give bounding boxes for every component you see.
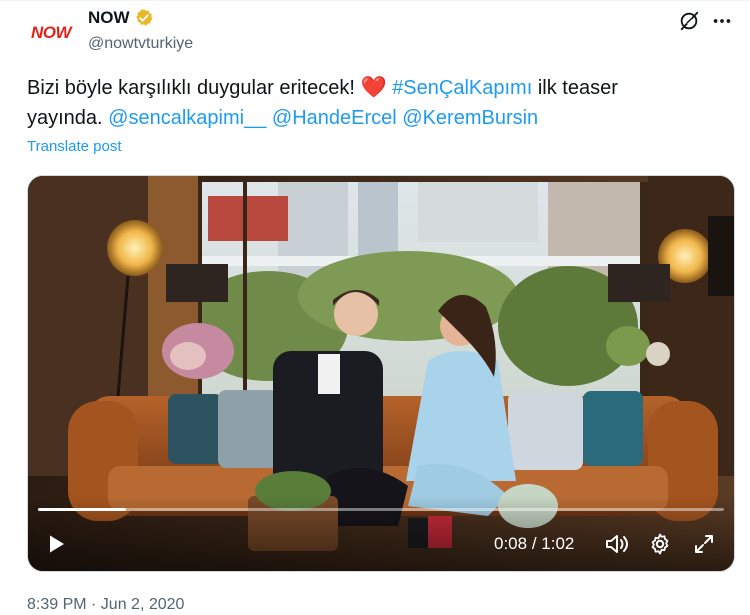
mention-link[interactable]: @sencalkapimi__ bbox=[108, 107, 266, 129]
duration: 1:02 bbox=[541, 534, 575, 553]
author-handle[interactable]: @nowtvturkiye bbox=[88, 35, 193, 53]
progress-fill bbox=[38, 508, 127, 511]
gold-verified-badge-icon[interactable] bbox=[134, 8, 154, 28]
time-separator: / bbox=[527, 534, 542, 553]
heart-emoji: ❤️ bbox=[360, 76, 387, 99]
mention-link[interactable]: @KeremBursin bbox=[402, 107, 538, 129]
avatar-logo-text: NOW bbox=[30, 23, 72, 42]
current-time: 0:08 bbox=[494, 534, 528, 553]
settings-gear-icon[interactable] bbox=[648, 532, 672, 556]
translate-post-link[interactable]: Translate post bbox=[27, 138, 122, 155]
avatar[interactable]: NOW bbox=[27, 9, 75, 57]
tweet-text-part: yayında. bbox=[27, 107, 109, 129]
video-player[interactable]: 0:08 / 1:02 bbox=[27, 175, 735, 572]
progress-bar[interactable] bbox=[38, 508, 724, 511]
tweet-text-part: Bizi böyle karşılıklı duygular eritecek! bbox=[27, 77, 361, 99]
post-timestamp[interactable]: 8:39 PM · Jun 2, 2020 bbox=[27, 596, 184, 614]
author-display-name[interactable]: NOW bbox=[88, 8, 130, 28]
grok-icon bbox=[680, 11, 699, 31]
play-icon[interactable] bbox=[44, 532, 68, 556]
tweet-text: Bizi böyle karşılıklı duygular eritecek!… bbox=[27, 73, 727, 133]
volume-icon[interactable] bbox=[604, 532, 630, 556]
more-options-icon bbox=[713, 19, 731, 23]
video-controls: 0:08 / 1:02 bbox=[28, 496, 734, 571]
more-options-button[interactable] bbox=[708, 8, 736, 34]
top-divider bbox=[0, 0, 750, 1]
hashtag-link[interactable]: #SenÇalKapımı bbox=[392, 77, 532, 99]
video-time: 0:08 / 1:02 bbox=[494, 534, 574, 554]
mention-link[interactable]: @HandeErcel bbox=[272, 107, 397, 129]
fullscreen-icon[interactable] bbox=[692, 532, 716, 556]
tweet-text-part: ilk teaser bbox=[532, 77, 618, 99]
grok-button[interactable] bbox=[676, 8, 702, 34]
author-name-row: NOW bbox=[88, 8, 154, 28]
